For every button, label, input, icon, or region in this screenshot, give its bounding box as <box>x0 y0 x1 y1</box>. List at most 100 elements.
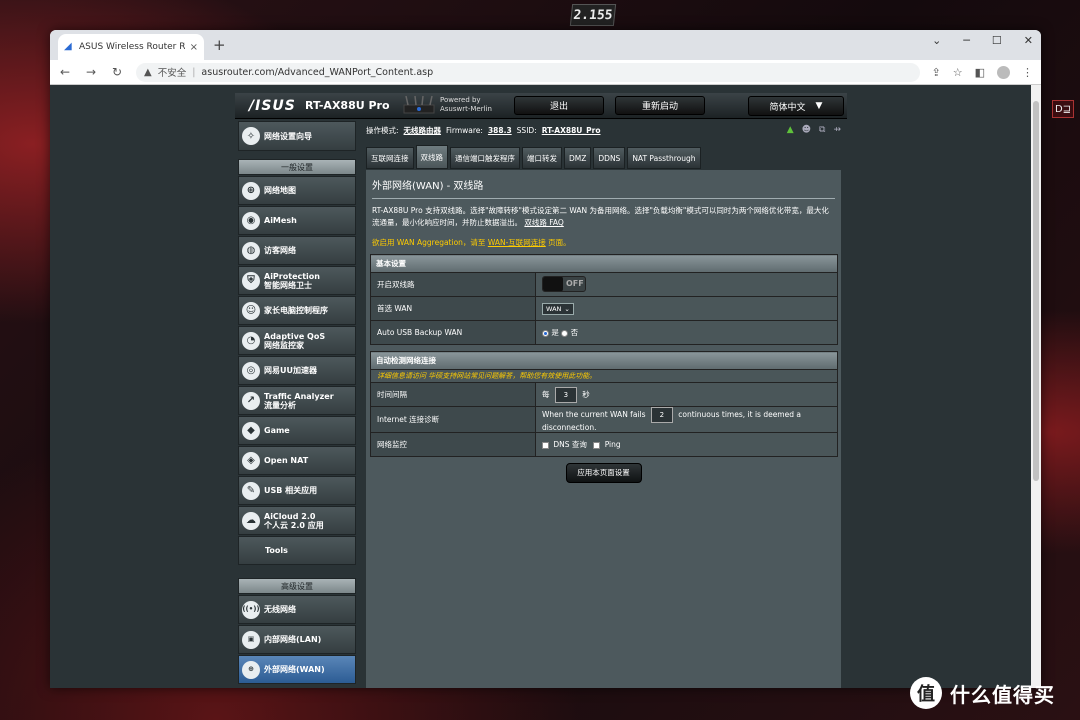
enable-dualwan-cell: OFF <box>535 272 838 297</box>
sidebar-item-icon: ⛨ <box>242 271 260 290</box>
dualwan-faq-link[interactable]: 双线路 FAQ <box>524 218 563 227</box>
usb-backup-no-radio[interactable] <box>561 329 569 337</box>
sidebar-item-label: 内部网络(LAN) <box>264 635 322 644</box>
wallpaper-tag: 2.155 <box>569 4 617 26</box>
hint-pre: 欲启用 WAN Aggregation，请至 <box>372 238 486 247</box>
sidebar-item-title: 访客网络 <box>264 246 296 255</box>
sidebar-item-label: 网易UU加速器 <box>264 366 317 375</box>
ping-checkbox[interactable] <box>593 441 601 449</box>
address-bar[interactable]: ▲ 不安全 | asusrouter.com/Advanced_WANPort_… <box>136 62 920 82</box>
logout-button[interactable]: 退出 <box>514 96 604 115</box>
sidebar-item-subtitle: 智能网络卫士 <box>264 280 312 290</box>
sidebar-item-general[interactable]: ⛨ AiProtection 智能网络卫士 <box>238 266 356 295</box>
sidebar-item-wizard[interactable]: ✧ 网络设置向导 <box>238 121 356 151</box>
sidebar-item-general[interactable]: ◆ Game <box>238 416 356 445</box>
auto-detect-header: 自动检测网络连接 <box>370 351 838 370</box>
sidebar-item-general[interactable]: ◍ 访客网络 <box>238 236 356 265</box>
wan-tab[interactable]: NAT Passthrough <box>627 147 701 169</box>
back-icon[interactable]: ← <box>58 65 72 79</box>
wan-internet-link[interactable]: WAN-互联网连接 <box>488 238 546 247</box>
firmware-value[interactable]: 388.3 <box>488 126 512 135</box>
wan-tab[interactable]: 通信端口触发程序 <box>450 147 520 169</box>
general-menu: ⊕ 网络地图 ◉ AiMesh ◍ 访客网络 ⛨ AiProtection 智能网络卫士 ☺ 家长电… <box>238 176 356 535</box>
sidebar-item-advanced[interactable]: ⊕ 外部网络(WAN) <box>238 655 356 684</box>
router-ui: /ISUS RT-AX88U Pro Powered by Asuswrt-Me… <box>235 93 847 688</box>
sidebar-item-general[interactable]: ◉ AiMesh <box>238 206 356 235</box>
monitor-cell: DNS 查询 Ping <box>535 432 838 457</box>
tab-close-icon[interactable]: × <box>190 42 198 53</box>
page-viewport: /ISUS RT-AX88U Pro Powered by Asuswrt-Me… <box>50 85 1041 688</box>
dns-checkbox[interactable] <box>542 441 549 449</box>
sidebar-item-label: 网络地图 <box>264 186 296 195</box>
browser-menu-icon[interactable]: ⋮ <box>1022 66 1033 79</box>
sidebar-item-general[interactable]: ↗ Traffic Analyzer 流量分析 <box>238 386 356 415</box>
status-icons: ▲ ☻ ⧉ ⇸ <box>787 125 841 135</box>
ssid-value[interactable]: RT-AX88U_Pro <box>542 126 601 135</box>
table-row: 开启双线路 OFF <box>370 272 838 297</box>
sidebar-item-general[interactable]: ☁ AiCloud 2.0 个人云 2.0 应用 <box>238 506 356 535</box>
forward-icon[interactable]: → <box>84 65 98 79</box>
insecure-label: 不安全 <box>157 68 187 79</box>
usb-backup-yes-label: 是 <box>551 328 559 337</box>
profile-avatar[interactable] <box>997 65 1010 79</box>
minimize-button[interactable]: ─ <box>963 34 970 47</box>
sidebar-item-label: 访客网络 <box>264 246 296 255</box>
mode-value[interactable]: 无线路由器 <box>404 125 442 136</box>
sidebar-item-advanced[interactable]: ▣ 内部网络(LAN) <box>238 625 356 654</box>
sidebar-item-icon: ((•)) <box>242 600 260 619</box>
wan-tab[interactable]: 互联网连接 <box>366 147 414 169</box>
wan-tabs: 互联网连接 双线路 通信端口触发程序 端口转发 DMZ DDNS NAT Passthrou… <box>366 145 841 169</box>
enable-dualwan-toggle[interactable]: OFF <box>542 275 586 292</box>
browser-tab[interactable]: ◢ ASUS Wireless Router RT-AX88U Pro × <box>58 34 204 60</box>
sidebar-item-icon: ▣ <box>242 630 260 649</box>
sidebar-item-title: 网易UU加速器 <box>264 366 317 375</box>
wan-tab[interactable]: 双线路 <box>415 145 448 169</box>
sidebar-item-advanced[interactable]: ((•)) 无线网络 <box>238 595 356 624</box>
usb-backup-yes-radio[interactable] <box>542 329 549 337</box>
sidebar-item-tools[interactable]: Tools <box>238 536 356 565</box>
bookmark-star-icon[interactable]: ☆ <box>953 66 963 79</box>
table-row: 网络监控 DNS 查询 Ping <box>370 432 838 457</box>
apply-button[interactable]: 应用本页面设置 <box>565 463 642 483</box>
sidebar-item-icon: ◉ <box>242 211 260 230</box>
side-panel-icon[interactable]: ◧ <box>975 66 985 79</box>
wan-tab[interactable]: DMZ <box>564 147 592 169</box>
toolbar-actions: ⇪ ☆ ◧ ⋮ <box>932 65 1033 79</box>
sidebar-item-icon: ◎ <box>242 361 260 380</box>
wan-tab[interactable]: DDNS <box>593 147 626 169</box>
primary-wan-select[interactable]: WAN ⌄ <box>542 302 574 315</box>
sidebar-item-general[interactable]: ☺ 家长电脑控制程序 <box>238 296 356 325</box>
sidebar-item-general[interactable]: ◈ Open NAT <box>238 446 356 475</box>
sidebar-item-general[interactable]: ◎ 网易UU加速器 <box>238 356 356 385</box>
diag-input[interactable]: 2 <box>650 407 673 423</box>
hint-post: 页面。 <box>548 238 571 247</box>
sidebar-item-general[interactable]: ◔ Adaptive QoS 网络监控家 <box>238 326 356 355</box>
warning-icon[interactable]: ▲ <box>144 67 152 78</box>
interval-label: 时间间隔 <box>370 382 536 407</box>
close-window-button[interactable]: ✕ <box>1024 34 1033 47</box>
page-scrollbar[interactable] <box>1031 85 1041 688</box>
share-icon[interactable]: ⇪ <box>932 66 941 79</box>
sidebar-item-icon: ✎ <box>242 481 260 500</box>
maximize-button[interactable]: ☐ <box>992 34 1002 47</box>
interval-input[interactable]: 3 <box>554 386 577 403</box>
reboot-button[interactable]: 重新启动 <box>615 96 705 115</box>
copy-icon[interactable]: ⧉ <box>819 125 825 135</box>
basic-settings-header: 基本设置 <box>370 254 838 273</box>
tab-search-icon[interactable]: ⌄ <box>932 34 941 47</box>
wan-tab[interactable]: 端口转发 <box>522 147 562 169</box>
model-name: RT-AX88U Pro <box>305 99 390 112</box>
scroll-thumb[interactable] <box>1033 101 1039 481</box>
sidebar-item-general[interactable]: ⊕ 网络地图 <box>238 176 356 205</box>
sidebar-item-label: Adaptive QoS 网络监控家 <box>264 332 325 350</box>
usb-backup-no-label: 否 <box>570 328 579 337</box>
usb-icon[interactable]: ⇸ <box>833 125 841 135</box>
sidebar-item-general[interactable]: ✎ USB 相关应用 <box>238 476 356 505</box>
powered-line-2: Asuswrt-Merlin <box>440 105 492 113</box>
new-tab-button[interactable]: + <box>213 36 226 54</box>
wifi-status-icon[interactable]: ▲ <box>787 125 794 135</box>
clients-icon[interactable]: ☻ <box>802 125 811 135</box>
language-select[interactable]: 简体中文 ▼ <box>748 96 844 116</box>
url-text[interactable]: asusrouter.com/Advanced_WANPort_Content.… <box>201 67 433 78</box>
reload-icon[interactable]: ↻ <box>110 65 124 79</box>
